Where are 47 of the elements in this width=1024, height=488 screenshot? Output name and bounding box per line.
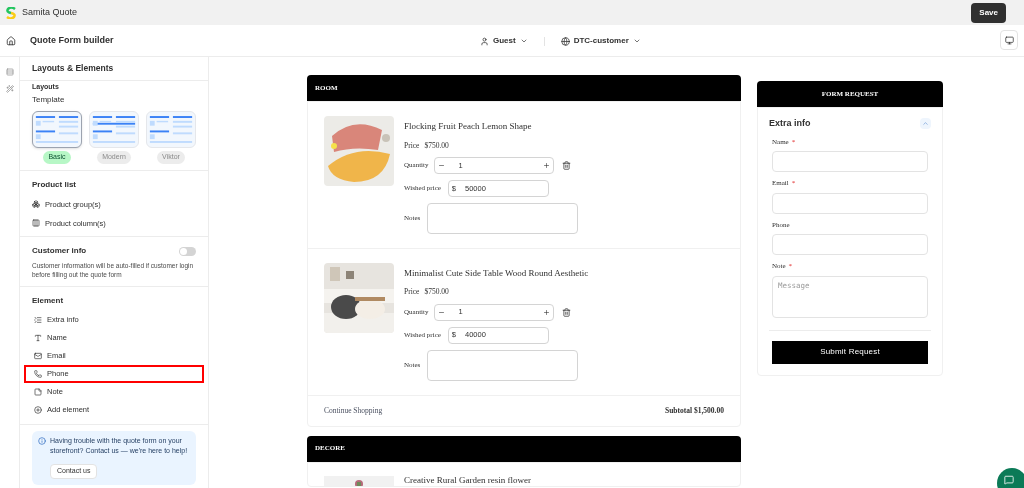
plus-circle-icon [34, 406, 42, 414]
monitor-icon [1004, 35, 1014, 45]
boxes-icon [32, 200, 40, 209]
delete-icon[interactable] [561, 307, 571, 317]
caret-icon [632, 37, 641, 45]
section-heading: Customer info [32, 245, 87, 257]
desktop-view-button[interactable] [1000, 30, 1018, 50]
magic-wand-icon[interactable] [5, 85, 14, 93]
section-heading: Product list [32, 178, 77, 191]
section-heading: Element [32, 295, 65, 307]
mail-icon [34, 352, 42, 360]
plus-icon[interactable] [542, 161, 550, 169]
submit-button[interactable]: Submit Request [772, 340, 928, 364]
phone-icon [34, 370, 42, 378]
text-field[interactable] [772, 151, 928, 172]
chevron-up-icon [922, 120, 929, 128]
logo-icon [6, 6, 16, 19]
text-field[interactable] [772, 192, 928, 214]
notes-field[interactable] [427, 202, 579, 234]
section-title: Extra info [769, 117, 811, 130]
caret-icon [519, 37, 528, 45]
plus-icon[interactable] [542, 308, 550, 316]
panel-title: Layouts & Elements [32, 62, 114, 75]
note-icon [34, 388, 42, 396]
save-button[interactable]: Save [971, 2, 1006, 23]
text-field[interactable] [772, 234, 928, 255]
template-label: Template [32, 94, 66, 106]
app-title: Samita Quote [22, 5, 78, 19]
globe-icon [560, 36, 570, 46]
product-name: Flocking Fruit Peach Lemon Shape [404, 120, 533, 133]
segment-dropdown[interactable]: DTC-customer [560, 35, 641, 47]
user-icon [480, 36, 489, 46]
text-icon [34, 334, 42, 342]
delete-icon[interactable] [561, 160, 571, 170]
product-name: Creative Rural Garden resin flower [404, 474, 531, 486]
chat-icon [1004, 475, 1014, 485]
customer-dropdown[interactable]: Guest [480, 35, 528, 47]
toggle-switch[interactable] [179, 246, 196, 256]
list-icon [34, 316, 42, 324]
info-icon [38, 437, 46, 445]
template-thumbnail[interactable] [32, 111, 82, 148]
notes-field[interactable] [427, 349, 579, 381]
product-name: Minimalist Cute Side Table Wood Round Aesthetic [404, 266, 589, 280]
layout-icon[interactable] [5, 68, 14, 76]
page-title: Quote Form builder [30, 33, 114, 47]
home-icon[interactable] [6, 35, 16, 46]
columns-icon [32, 219, 40, 228]
